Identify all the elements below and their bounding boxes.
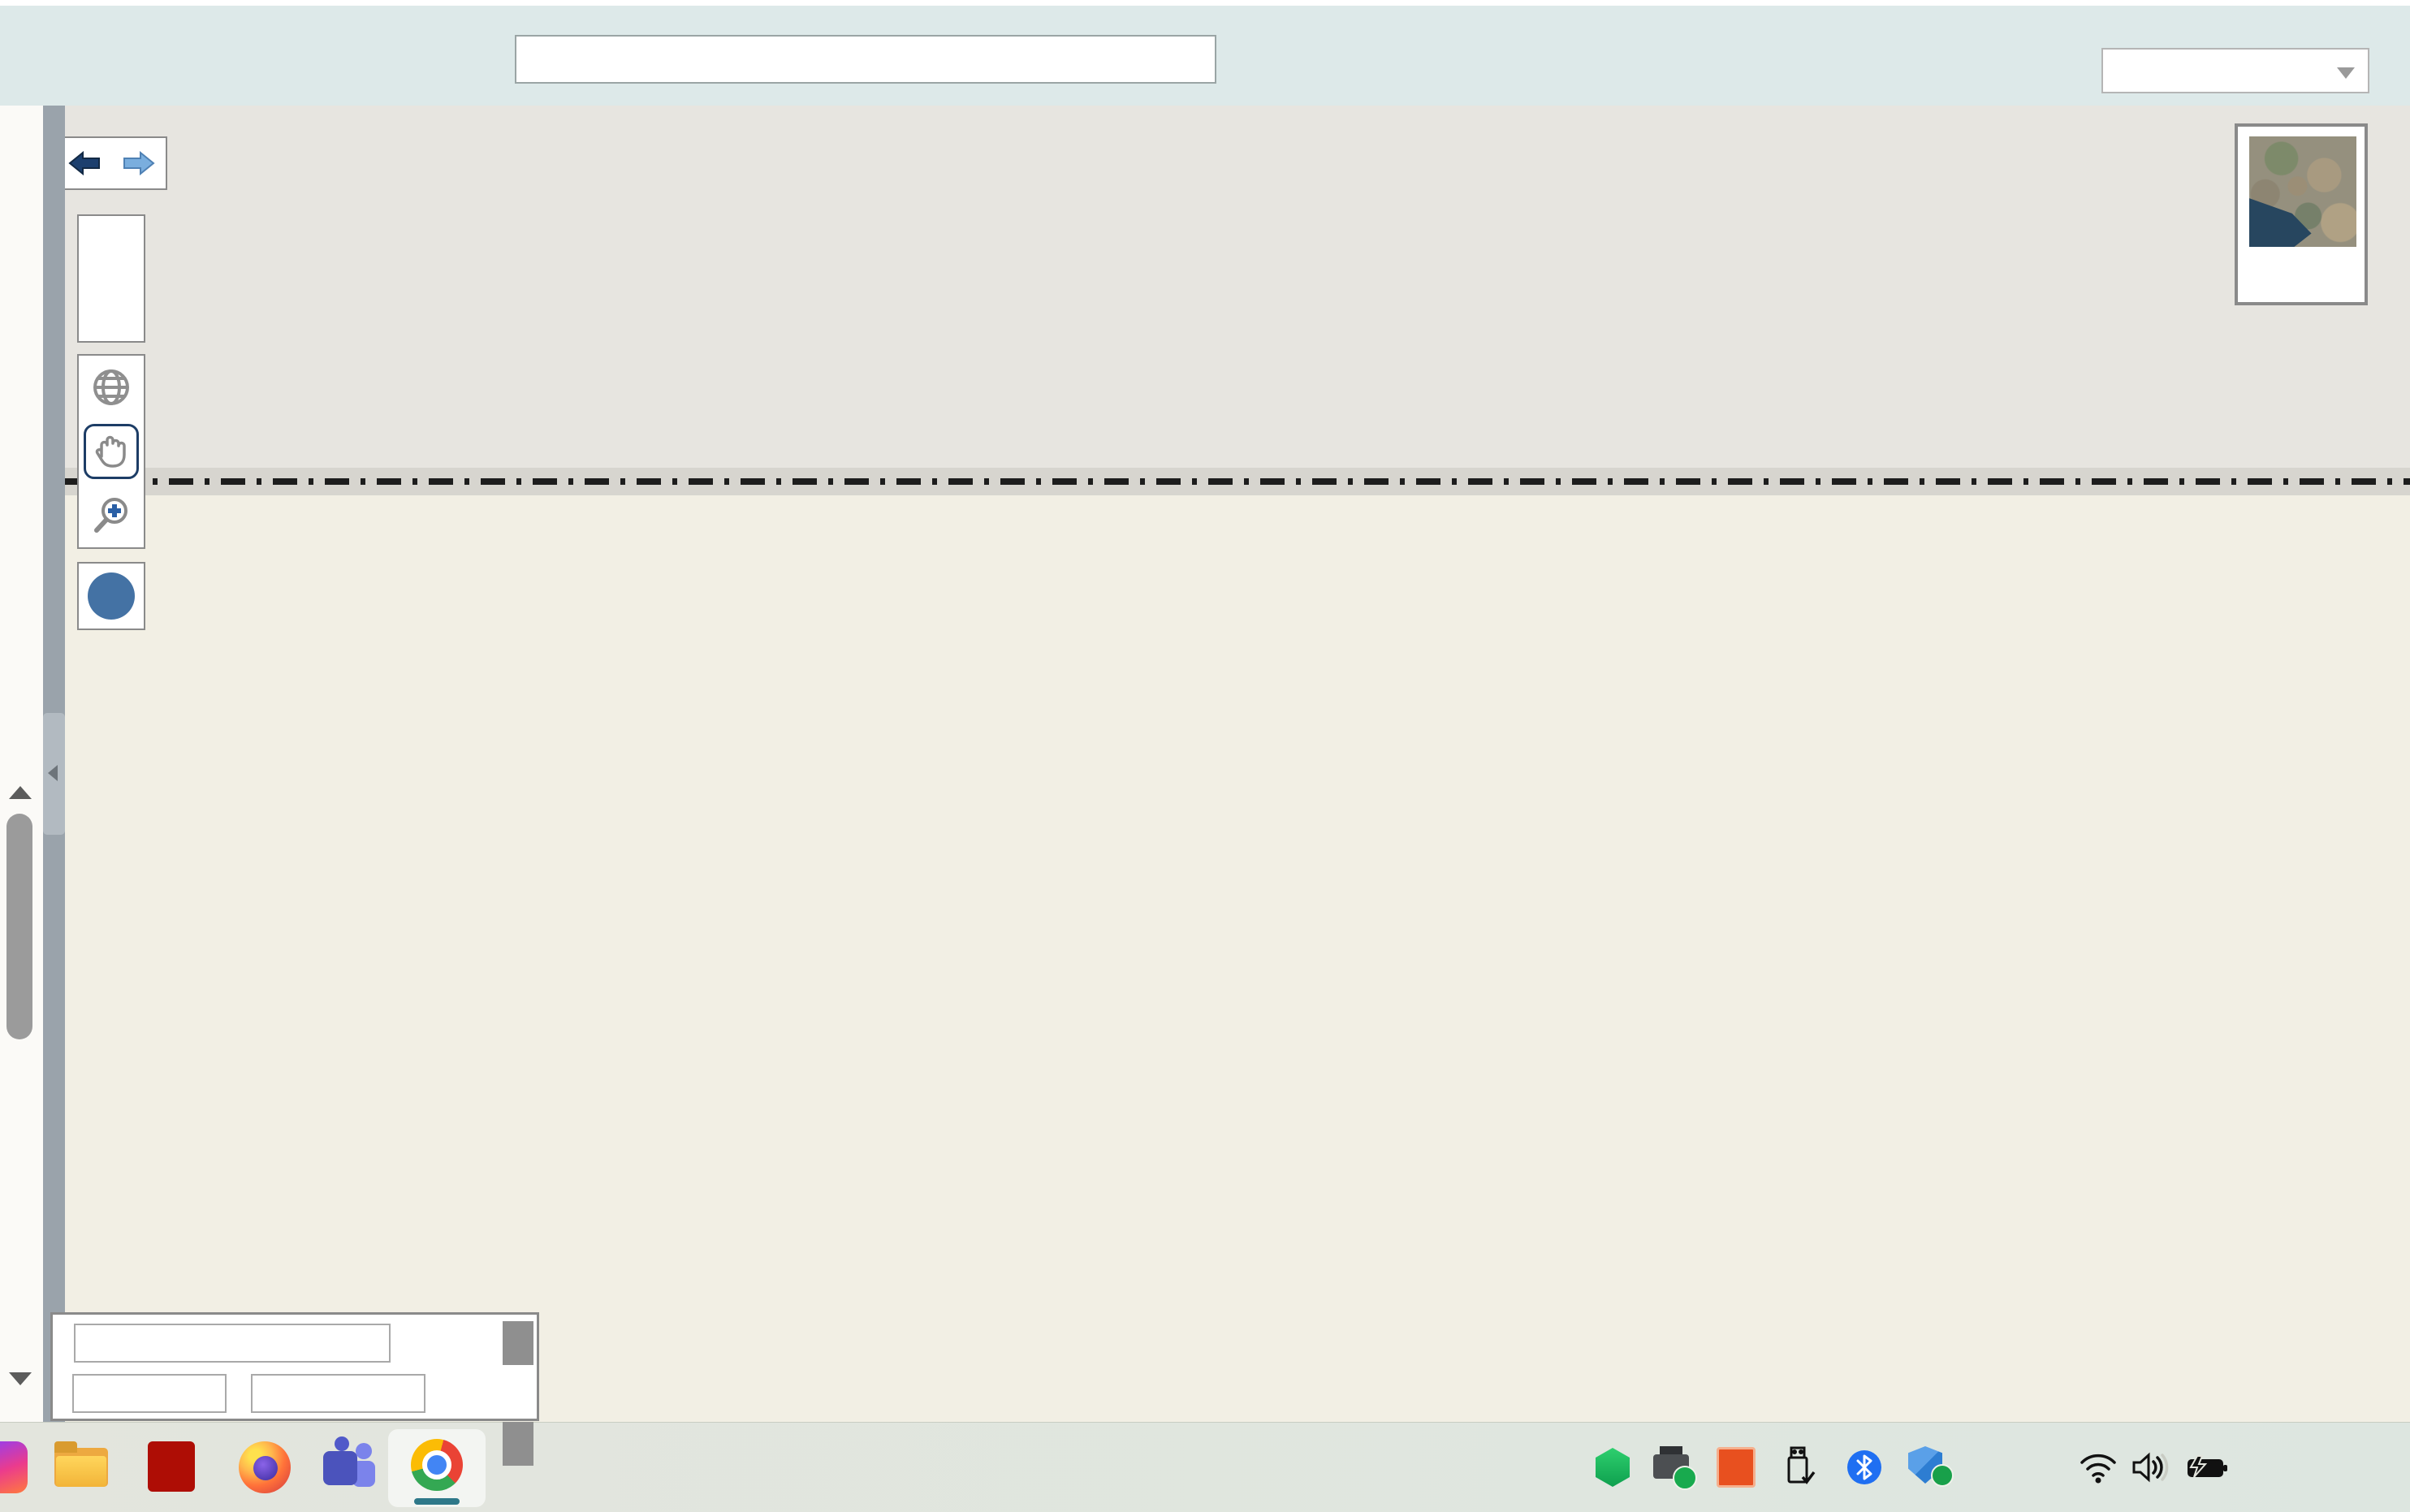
battery-icon[interactable] [2181,1444,2233,1491]
clear-selection-button[interactable] [88,572,135,620]
scroll-down-icon[interactable] [9,1372,32,1385]
teams-person [335,1436,349,1451]
usb-tray-icon[interactable] [1780,1444,1819,1491]
coordinate-go-button[interactable] [503,1422,533,1466]
bluetooth-tray-icon[interactable] [1845,1444,1884,1491]
folder-tab [54,1441,77,1453]
firefox-icon[interactable] [239,1441,291,1493]
panel-splitter[interactable] [43,106,65,1422]
chrome-icon [411,1439,463,1491]
teams-person-head [356,1443,372,1459]
acrobat-icon[interactable] [148,1441,195,1492]
layer-panel-edge [0,106,44,1422]
cutoff-app-icon[interactable] [0,1441,28,1493]
water-area [2249,186,2356,247]
cc4-tray-icon[interactable] [1717,1444,1756,1491]
printer-status-dot [1673,1466,1697,1490]
back-arrow-icon[interactable] [67,151,102,175]
teams-icon[interactable] [323,1441,375,1493]
teams-letter [323,1451,357,1485]
scale-coordinate-panel [50,1312,539,1421]
forward-arrow-icon[interactable] [121,151,157,175]
shield-check [1931,1464,1954,1487]
desktop [0,0,2410,1511]
printer-tray-icon[interactable] [1653,1444,1695,1491]
basemap-upper [65,106,2410,468]
folder-front [56,1456,106,1487]
chevron-left-icon [48,765,58,781]
scrollbar-thumb[interactable] [6,814,32,1039]
clear-selection-box [77,562,145,630]
scroll-up-icon[interactable] [9,786,32,799]
zoom-box-magnifier-icon[interactable] [86,490,136,541]
search-input[interactable] [516,45,1177,75]
cc4-label [1717,1447,1756,1488]
y-coordinate-input[interactable] [251,1374,425,1413]
map-select-dropdown[interactable] [2101,48,2369,93]
windows-security-tray-icon[interactable] [1908,1444,1950,1491]
aerial-thumbnail [2249,136,2356,247]
chrome-icon-active[interactable] [388,1429,486,1507]
collapse-handle[interactable] [43,713,65,835]
map-canvas[interactable] [65,106,2410,1422]
language-indicator[interactable] [1978,1444,2051,1491]
north-bluff-road [65,468,2410,495]
x-coordinate-input[interactable] [72,1374,227,1413]
zoom-control-box [77,214,145,343]
kaspersky-tray-icon[interactable] [1593,1444,1632,1491]
nav-history-box [65,136,167,190]
file-explorer-icon[interactable] [54,1441,106,1493]
app-header [0,0,2410,106]
search-box [515,35,1216,84]
scale-go-button[interactable] [503,1321,533,1365]
taskbar [0,1422,2410,1512]
pan-hand-icon[interactable] [86,426,136,477]
aerial-map-switcher[interactable] [2235,123,2368,305]
volume-icon[interactable] [2127,1444,2173,1491]
wifi-icon[interactable] [2075,1444,2121,1491]
map-tools-box [77,354,145,549]
tray-expand-chevron-icon[interactable] [1538,1444,1577,1491]
globe-icon[interactable] [86,362,136,413]
kaspersky-letter [1596,1448,1630,1487]
chevron-down-icon [2337,67,2355,79]
scale-input[interactable] [74,1324,391,1363]
parcel-layer [65,495,2410,1422]
active-app-indicator [414,1498,460,1505]
